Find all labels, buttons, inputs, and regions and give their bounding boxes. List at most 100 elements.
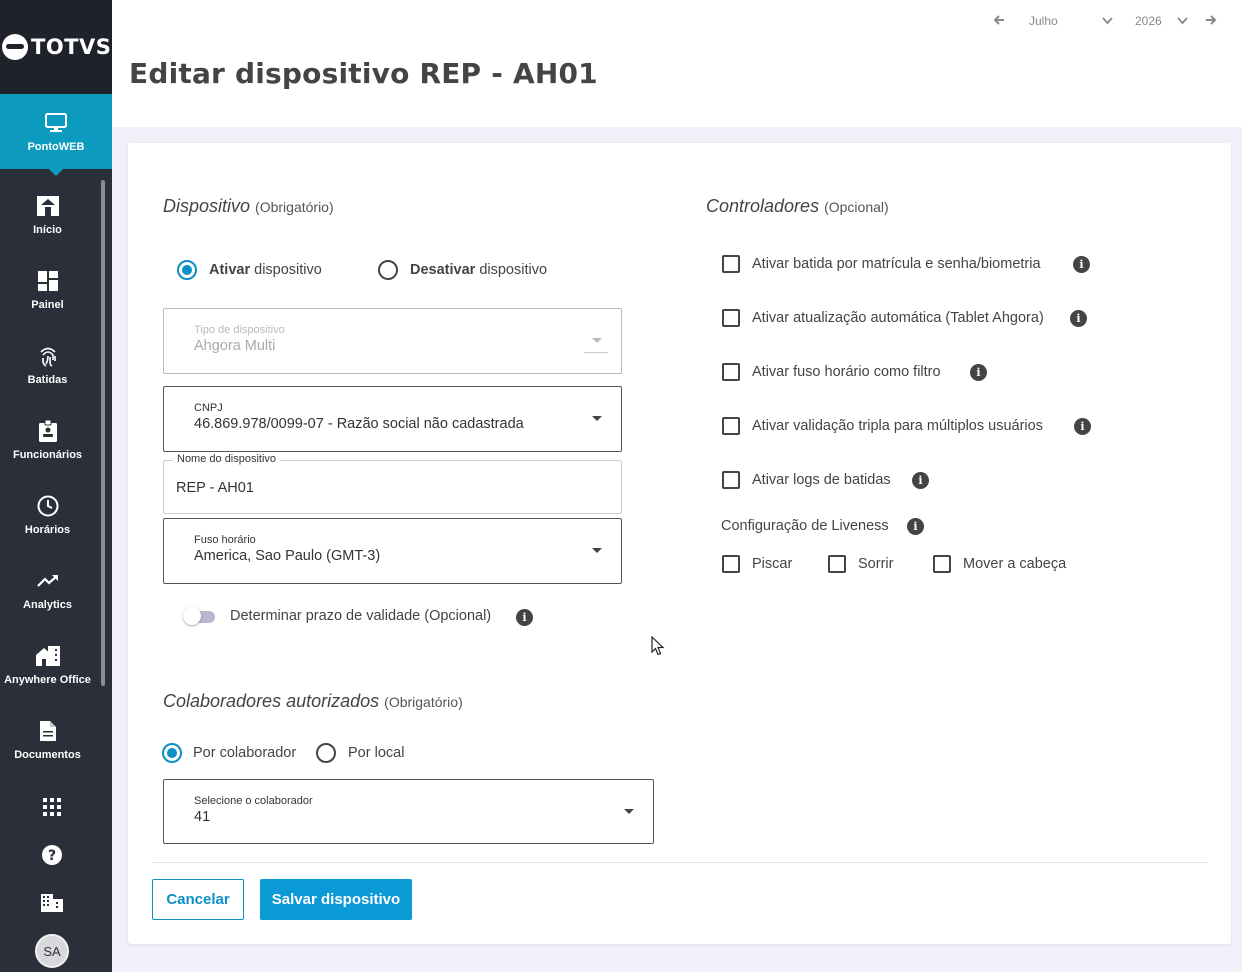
by-location-radio-label: Por local [348,745,405,761]
checkbox-unchecked-icon[interactable] [722,309,740,327]
info-icon[interactable]: i [912,472,929,489]
avatar[interactable]: SA [35,934,69,968]
sidebar-item-funcionarios[interactable]: Funcionários [0,402,95,477]
year-select-value[interactable]: 2026 [1135,14,1162,28]
cnpj-value: 46.869.978/0099-07 - Razão social não ca… [194,416,524,432]
sidebar-item-label: PontoWEB [27,140,85,153]
by-collaborator-radio-label: Por colaborador [193,745,297,761]
device-type-label: Tipo de dispositivo [194,324,285,336]
info-icon[interactable]: i [1070,310,1087,327]
info-icon[interactable]: i [907,518,924,535]
device-name-label: Nome do dispositivo [173,453,281,465]
by-collaborator-radio[interactable]: Por colaborador [162,743,296,763]
info-icon[interactable]: i [1074,418,1091,435]
controllers-section-note: (Opcional) [824,199,889,215]
help-icon[interactable]: ? [36,839,68,871]
timezone-label: Fuso horário [194,534,256,546]
logo-text: TOTVS [31,35,112,59]
totvs-logo-mark-icon [2,34,28,60]
liveness-option-sorrir[interactable]: Sorrir [828,555,893,573]
radio-unselected-icon [378,260,398,280]
chevron-down-icon[interactable] [1102,14,1113,28]
device-type-select: Tipo de dispositivo Ahgora Multi [163,308,622,374]
sidebar: TOTVS PontoWEB Início Painel Batidas Fun… [0,0,112,972]
checkbox-unchecked-icon[interactable] [933,555,951,573]
liveness-option-label: Piscar [752,556,793,572]
controller-option-matricula[interactable]: Ativar batida por matrícula e senha/biom… [722,255,1041,273]
arrow-right-icon[interactable] [1205,14,1217,29]
controller-option-label: Ativar fuso horário como filtro [752,364,941,380]
field-underline [584,352,608,353]
checkbox-unchecked-icon[interactable] [828,555,846,573]
info-icon[interactable]: i [1073,256,1090,273]
checkbox-unchecked-icon[interactable] [722,363,740,381]
sidebar-item-documentos[interactable]: Documentos [0,702,95,777]
checkbox-unchecked-icon[interactable] [722,417,740,435]
timezone-value: America, Sao Paulo (GMT-3) [194,548,381,564]
by-location-radio[interactable]: Por local [316,743,404,763]
radio-selected-icon [162,743,182,763]
sidebar-item-painel[interactable]: Painel [0,252,95,327]
liveness-option-mover-cabeca[interactable]: Mover a cabeça [933,555,1066,573]
radio-selected-icon [177,260,197,280]
controller-option-auto-update[interactable]: Ativar atualização automática (Tablet Ah… [722,309,1044,327]
controller-option-label: Ativar atualização automática (Tablet Ah… [752,310,1044,326]
sidebar-item-inicio[interactable]: Início [0,177,95,252]
building-icon[interactable] [36,887,68,919]
sidebar-item-horarios[interactable]: Horários [0,477,95,552]
caret-down-icon[interactable] [624,809,634,814]
collaborators-section-title-text: Colaboradores autorizados [163,691,380,711]
save-device-button[interactable]: Salvar dispositivo [260,879,412,920]
badge-icon [36,419,60,443]
home-icon [36,194,60,218]
validity-toggle[interactable] [183,607,217,625]
device-name-field[interactable]: Nome do dispositivo REP - AH01 [163,453,622,514]
arrow-left-icon[interactable] [993,14,1005,29]
sidebar-item-label: Analytics [23,598,72,611]
sidebar-scrollbar-thumb[interactable] [101,180,105,686]
monitor-icon [44,111,68,135]
sidebar-item-analytics[interactable]: Analytics [0,552,95,627]
controller-option-label: Ativar batida por matrícula e senha/biom… [752,256,1041,272]
device-section-title: Dispositivo (Obrigatório) [163,196,334,217]
page-header: Julho 2026 Editar dispositivo REP - AH01 [112,0,1242,127]
chevron-down-icon[interactable] [1177,14,1188,28]
activate-device-radio[interactable]: Ativar dispositivo [177,260,322,280]
controller-option-label: Ativar validação tripla para múltiplos u… [752,418,1043,434]
device-section-note: (Obrigatório) [255,199,334,215]
sidebar-item-batidas[interactable]: Batidas [0,327,95,402]
apps-grid-icon[interactable] [36,791,68,823]
controller-option-triple-validation[interactable]: Ativar validação tripla para múltiplos u… [722,417,1043,435]
validity-toggle-label: Determinar prazo de validade (Opcional) [230,608,492,624]
toggle-knob [183,607,201,625]
month-select-value[interactable]: Julho [1029,14,1058,28]
deactivate-device-radio[interactable]: Desativar dispositivo [378,260,547,280]
info-icon[interactable]: i [970,364,987,381]
radio-unselected-icon [316,743,336,763]
info-icon[interactable]: i [516,609,533,626]
checkbox-unchecked-icon[interactable] [722,555,740,573]
totvs-logo[interactable]: TOTVS [0,0,112,94]
caret-down-icon [592,338,602,343]
checkbox-unchecked-icon[interactable] [722,255,740,273]
liveness-option-label: Sorrir [858,556,894,572]
device-type-value: Ahgora Multi [194,338,276,354]
controller-option-timezone-filter[interactable]: Ativar fuso horário como filtro [722,363,941,381]
cancel-button[interactable]: Cancelar [152,879,244,920]
cnpj-label: CNPJ [194,402,223,414]
collaborators-section-note: (Obrigatório) [384,694,463,710]
sidebar-item-label: Anywhere Office [4,673,91,686]
cnpj-select[interactable]: CNPJ 46.869.978/0099-07 - Razão social n… [163,386,622,452]
collaborator-select[interactable]: Selecione o colaborador 41 [163,779,654,844]
caret-down-icon[interactable] [592,548,602,553]
clock-icon [36,494,60,518]
sidebar-item-anywhere-office[interactable]: Anywhere Office [0,627,95,702]
caret-down-icon[interactable] [592,416,602,421]
device-name-value[interactable]: REP - AH01 [176,480,254,496]
sidebar-item-pontoweb[interactable]: PontoWEB [0,94,112,176]
checkbox-unchecked-icon[interactable] [722,471,740,489]
liveness-option-piscar[interactable]: Piscar [722,555,792,573]
controller-option-logs[interactable]: Ativar logs de batidas [722,471,891,489]
timezone-select[interactable]: Fuso horário America, Sao Paulo (GMT-3) [163,518,622,584]
mouse-cursor-icon [651,635,665,661]
